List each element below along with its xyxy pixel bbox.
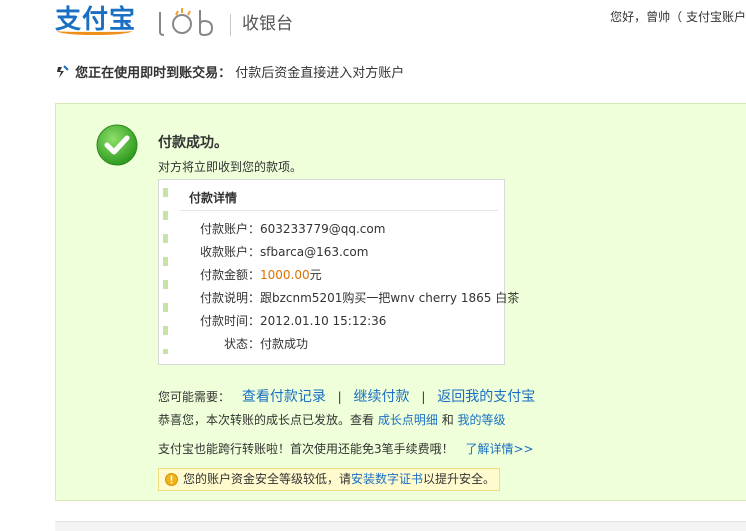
warning-text: 您的账户资金安全等级较低，请安装数字证书以提升安全。: [183, 469, 495, 490]
detail-row-amount: 付款金额：1000.00元: [160, 266, 505, 283]
details-divider: [180, 210, 498, 211]
page-title: 收银台: [242, 14, 293, 34]
detail-label: 收款账户：: [199, 245, 260, 259]
install-certificate-link[interactable]: 安装数字证书: [351, 472, 423, 486]
notice-text: 付款后资金直接进入对方账户: [235, 66, 405, 81]
links-prefix: 您可能需要：: [158, 390, 231, 404]
detail-value: 跟bzcnm5201购买一把wnv cherry 1865 白茶: [260, 291, 520, 305]
link-separator: |: [337, 390, 342, 404]
transfer-text: 支付宝也能跨行转账啦！首次使用还能免3笔手续费哦！: [158, 442, 454, 456]
detail-value: sfbarca@163.com: [260, 245, 369, 259]
detail-row-status: 状态：付款成功: [160, 335, 505, 352]
detail-value: 603233779@qq.com: [260, 222, 386, 236]
detail-row-description: 付款说明：跟bzcnm5201购买一把wnv cherry 1865 白茶: [160, 289, 519, 306]
back-to-alipay-link[interactable]: 返回我的支付宝: [437, 389, 535, 405]
warning-text-2: 以提升安全。: [423, 472, 496, 486]
amount-unit: 元: [309, 268, 322, 282]
view-payment-records-link[interactable]: 查看付款记录: [242, 389, 326, 405]
link-separator: |: [421, 390, 426, 404]
details-title: 付款详情: [189, 191, 238, 205]
exclamation-icon: [165, 473, 178, 486]
notice-bold-text: 您正在使用即时到账交易：: [75, 66, 232, 81]
my-level-link[interactable]: 我的等级: [458, 413, 506, 427]
growth-points-row: 恭喜您，本次转账的成长点已发放。查看 成长点明细 和 我的等级: [158, 411, 506, 428]
success-title: 付款成功。: [158, 135, 228, 151]
detail-label: 付款说明：: [199, 291, 260, 305]
lab-logo-icon: [159, 8, 214, 37]
growth-and: 和: [441, 413, 454, 427]
detail-row-payer: 付款账户：603233779@qq.com: [160, 220, 505, 237]
continue-payment-link[interactable]: 继续付款: [354, 389, 410, 405]
detail-value: 付款成功: [260, 337, 309, 351]
learn-more-link[interactable]: 了解详情>>: [465, 442, 533, 456]
user-greeting: 您好，曾帅（ 支付宝账户: [610, 10, 746, 24]
detail-label: 状态：: [223, 337, 260, 351]
growth-details-link[interactable]: 成长点明细: [378, 413, 438, 427]
detail-row-time: 付款时间：2012.01.10 15:12:36: [160, 312, 505, 329]
alipay-logo[interactable]: 支付宝: [55, 3, 136, 37]
detail-label: 付款时间：: [199, 314, 260, 328]
check-circle-icon: [96, 124, 138, 166]
success-subtitle: 对方将立即收到您的款项。: [158, 160, 303, 174]
transfer-promo-row: 支付宝也能跨行转账啦！首次使用还能免3笔手续费哦！ 了解详情>>: [158, 440, 534, 457]
detail-row-payee: 收款账户：sfbarca@163.com: [160, 243, 505, 260]
transaction-notice: 您正在使用即时到账交易： 付款后资金直接进入对方账户: [55, 62, 404, 81]
lightning-icon: [57, 65, 69, 78]
detail-label: 付款账户：: [199, 222, 260, 236]
growth-text: 恭喜您，本次转账的成长点已发放。查看: [158, 413, 375, 427]
logo-swoosh: [57, 27, 133, 35]
warning-text-1: 您的账户资金安全等级较低，请: [183, 472, 352, 486]
detail-value: 2012.01.10 15:12:36: [260, 314, 387, 328]
detail-label: 付款金额：: [199, 268, 260, 282]
quick-links: 您可能需要： 查看付款记录 | 继续付款 | 返回我的支付宝: [158, 386, 535, 406]
amount-value: 1000.00: [260, 268, 310, 282]
header-divider: [230, 14, 231, 36]
security-warning: 您的账户资金安全等级较低，请安装数字证书以提升安全。: [158, 468, 500, 491]
